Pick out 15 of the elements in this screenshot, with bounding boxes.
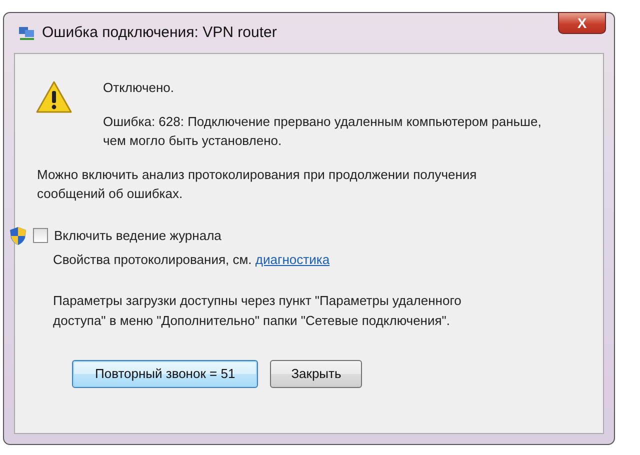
window-title: Ошибка подключения: VPN router [42, 22, 277, 43]
status-text: Отключено. [103, 79, 175, 97]
network-icon [18, 25, 36, 41]
checkbox-label: Включить ведение журнала [54, 226, 222, 245]
close-dialog-button[interactable]: Закрыть [270, 360, 362, 388]
properties-text: Свойства протоколирования, см. диагностика [53, 250, 331, 269]
checkbox[interactable] [33, 228, 48, 243]
error-message: Ошибка: 628: Подключение прервано удаленным компьютером раньше, чем могло быть установлено. [103, 112, 542, 150]
note-text: Параметры загрузки доступны через пункт "Параметры удаленного доступа" в меню "Дополнительно" папки "Сетевые подключения". [53, 292, 462, 330]
close-button[interactable]: X [558, 12, 606, 34]
diagnostics-link[interactable]: диагностика [255, 252, 330, 266]
hint-text: Можно включить анализ протоколирования при продолжении получения сообщений об ошибках. [37, 166, 478, 203]
redial-button[interactable]: Повторный звонок = 51 [72, 360, 258, 388]
shield-icon [9, 226, 27, 246]
warning-icon [35, 80, 73, 114]
